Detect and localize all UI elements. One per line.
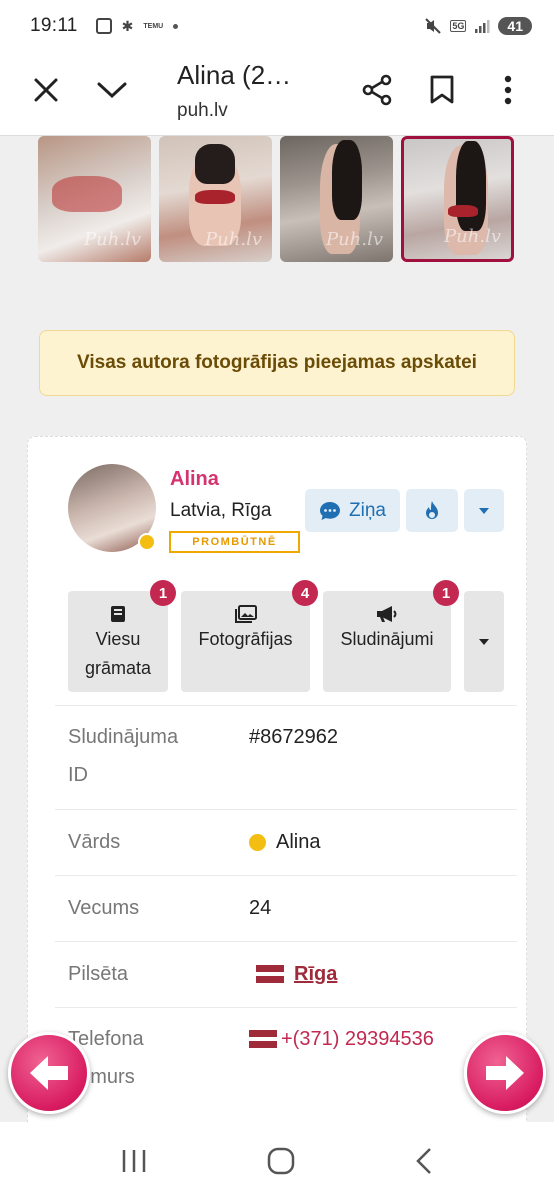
close-button[interactable] [24,68,68,112]
system-navigation-bar [0,1122,554,1200]
watermark: Puh.lv [84,229,141,250]
status-badge: PROMBŪTNĒ [169,531,300,553]
browser-toolbar: Alina (2… puh.lv [0,52,554,136]
message-button-label: Ziņa [349,499,386,521]
message-button[interactable]: Ziņa [305,489,400,532]
guestbook-label-2: grāmata [84,658,152,678]
more-nav-button[interactable] [464,591,504,692]
system-icons: 5G 41 [424,17,532,35]
detail-row-age: Vecums 24 [55,875,517,941]
detail-label: ID [68,764,88,786]
caret-down-icon [479,638,489,645]
photos-icon [234,603,257,625]
gallery-thumbnail[interactable]: Puh.lv [38,136,151,262]
previous-profile-button[interactable] [8,1032,90,1114]
megaphone-icon [376,603,398,625]
photos-notice: Visas autora fotogrāfijas pieejamas apsk… [39,330,515,396]
watermark: Puh.lv [205,229,262,250]
minimize-button[interactable] [90,68,134,112]
latvia-flag-icon [256,965,284,983]
temu-icon: TEMU [143,22,164,30]
gallery-thumbnail-selected[interactable]: Puh.lv [401,136,514,262]
page-url: puh.lv [177,100,228,121]
detail-label: Sludinājuma [68,726,179,748]
back-icon[interactable] [414,1147,434,1175]
photo-gallery: Puh.lv Puh.lv Puh.lv Puh.lv [38,136,514,262]
detail-label: Vecums [68,897,140,919]
share-icon [362,74,392,106]
watermark: Puh.lv [326,229,383,250]
status-bar: 19:11 ✱ TEMU 5G 41 [0,0,554,52]
guestbook-button[interactable]: Viesu grāmata 1 [68,580,176,692]
arrow-left-icon [30,1056,68,1090]
chat-icon [320,501,341,520]
mute-icon [425,18,442,34]
name-value: Alina [249,823,320,861]
settings-icon: ✱ [121,17,134,34]
arrow-right-icon [486,1056,524,1090]
detail-row-phone: Telefona numurs +(371) 29394536 [55,1007,517,1111]
age-value: 24 [249,897,272,919]
more-menu-button[interactable] [486,68,530,112]
recent-apps-icon[interactable] [120,1148,148,1174]
more-actions-button[interactable] [464,489,504,532]
profile-name[interactable]: Alina [170,468,219,491]
network-type: 5G [450,20,467,32]
detail-label: Vārds [68,831,121,853]
latvia-flag-icon [249,1030,277,1048]
watermark: Puh.lv [444,226,501,247]
share-button[interactable] [355,68,399,112]
presence-dot [249,833,266,851]
chevron-down-icon [97,82,127,99]
detail-row-ad-id: Sludinājuma ID #8672962 [55,705,517,809]
ads-count-badge: 1 [433,580,459,606]
detail-row-city: Pilsēta Rīga [55,941,517,1007]
photos-button[interactable]: Fotogrāfijas 4 [181,580,318,692]
detail-label: Pilsēta [68,963,129,985]
city-value: Rīga [256,955,337,993]
ads-button[interactable]: Sludinājumi 1 [323,580,459,692]
guestbook-label-1: Viesu [95,629,141,649]
bookmark-button[interactable] [420,68,464,112]
notification-icons: ✱ TEMU [95,17,179,35]
photos-count-badge: 4 [292,580,318,606]
guestbook-count-badge: 1 [150,580,176,606]
ads-label: Sludinājumi [340,629,434,649]
name-text: Alina [276,831,321,853]
profile-location: Latvia, Rīga [170,500,272,521]
screenshot-icon [95,18,112,34]
page-title: Alina (2… [177,60,292,90]
page-content: Puh.lv Puh.lv Puh.lv Puh.lv Visas autora… [0,136,554,1122]
fire-icon [426,500,438,519]
presence-dot [138,533,156,551]
detail-row-name: Vārds Alina [55,809,517,875]
phone-value: +(371) 29394536 [249,1020,434,1058]
status-time: 19:11 [30,15,78,36]
profile-card: Alina Latvia, Rīga PROMBŪTNĒ Ziņa Viesu … [27,436,527,1122]
ad-id-value: #8672962 [249,726,338,748]
more-notifications-icon [173,23,179,29]
bookmark-icon [430,75,454,104]
photos-label: Fotogrāfijas [198,629,293,649]
next-profile-button[interactable] [464,1032,546,1114]
city-link[interactable]: Rīga [294,955,337,993]
more-vert-icon [504,75,512,105]
home-icon[interactable] [267,1147,295,1175]
close-icon [34,78,58,102]
caret-down-icon [479,507,489,514]
book-icon [110,603,126,625]
battery-indicator: 41 [498,17,532,35]
signal-icon [475,20,490,33]
favorite-button[interactable] [406,489,458,532]
phone-link[interactable]: +(371) 29394536 [281,1020,434,1058]
gallery-thumbnail[interactable]: Puh.lv [159,136,272,262]
gallery-thumbnail[interactable]: Puh.lv [280,136,393,262]
